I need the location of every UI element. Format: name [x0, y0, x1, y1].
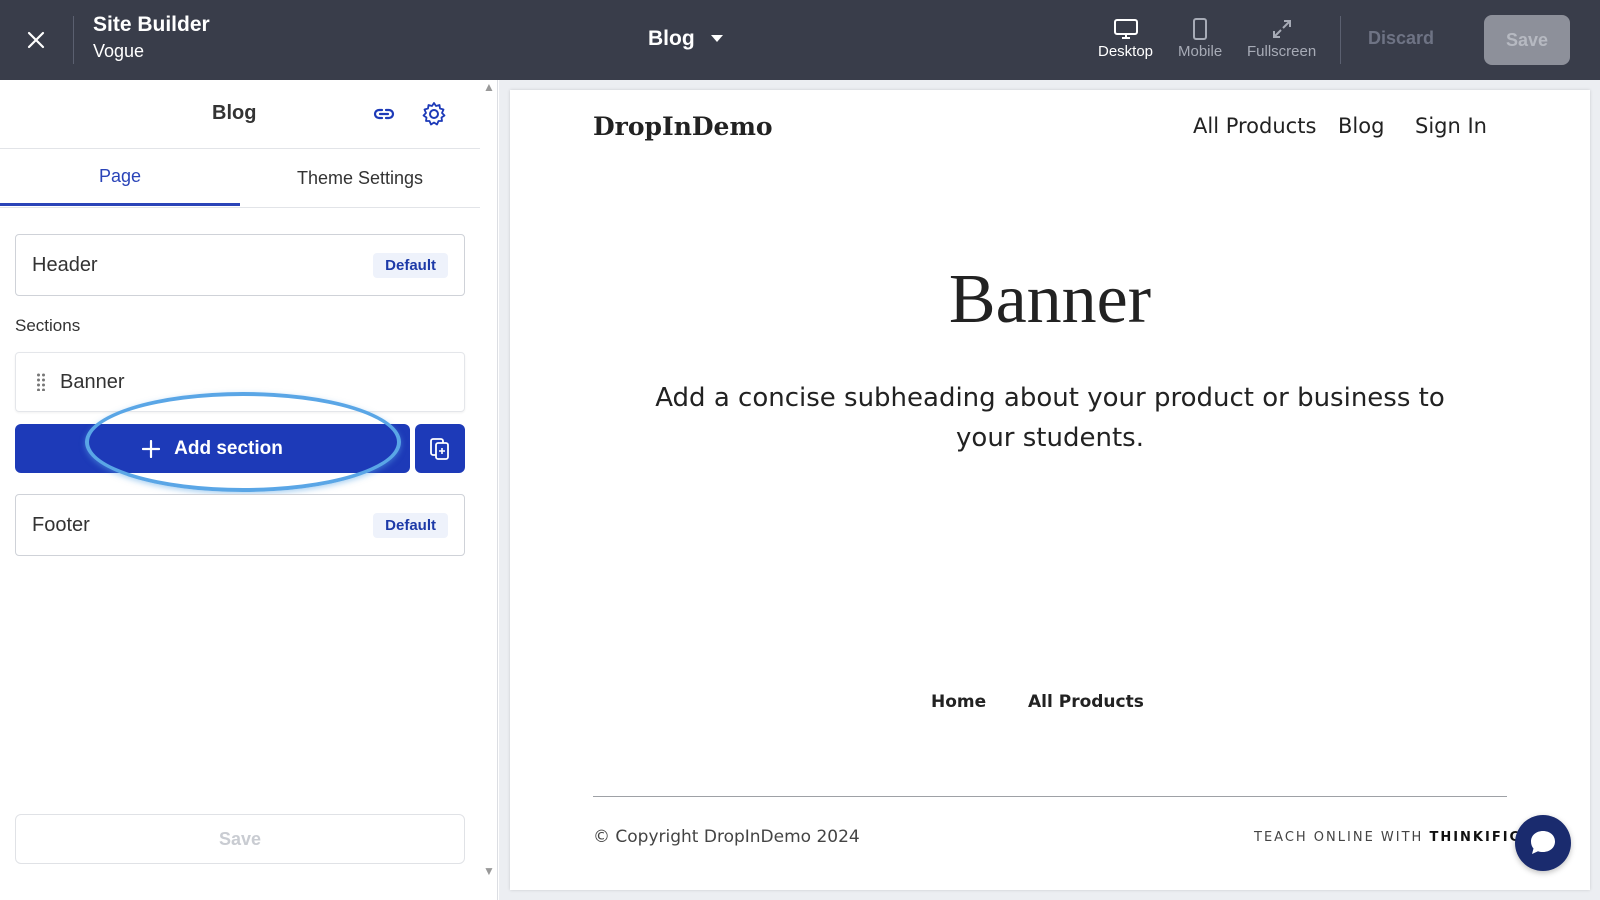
add-saved-section-button[interactable] — [415, 424, 465, 473]
copyright-text: © Copyright DropInDemo 2024 — [593, 827, 860, 847]
header-label: Header — [32, 253, 98, 276]
save-button[interactable]: Save — [1484, 15, 1570, 65]
chat-bubble-icon — [1531, 831, 1555, 854]
status-badge: Default — [373, 252, 448, 278]
section-item-banner[interactable]: Banner — [15, 352, 465, 412]
app-title: Site Builder — [93, 13, 210, 36]
panel-save-button[interactable]: Save — [15, 814, 465, 864]
nav-link-sign-in[interactable]: Sign In — [1415, 114, 1487, 138]
site-logo[interactable]: DropInDemo — [593, 112, 773, 141]
powered-by-link[interactable]: TEACH ONLINE WITH THINKIFIC — [1254, 830, 1521, 845]
footer-section-card[interactable]: Footer Default — [15, 494, 465, 556]
panel-title: Blog — [212, 102, 257, 124]
view-mobile-label: Mobile — [1178, 43, 1223, 60]
nav-link-blog[interactable]: Blog — [1338, 114, 1384, 138]
page-settings-button[interactable] — [420, 100, 448, 133]
desktop-icon — [1113, 19, 1138, 39]
page-selector-label: Blog — [648, 27, 695, 50]
close-button[interactable] — [18, 22, 54, 58]
gear-icon — [422, 102, 446, 126]
close-icon — [27, 31, 45, 49]
view-fullscreen-button[interactable]: Fullscreen — [1247, 18, 1316, 60]
footer-link-all-products[interactable]: All Products — [1028, 692, 1144, 712]
divider — [0, 207, 480, 208]
site-preview: DropInDemo All Products Blog Sign In Ban… — [510, 90, 1590, 890]
discard-button[interactable]: Discard — [1368, 28, 1434, 49]
footer-label: Footer — [32, 513, 90, 536]
chat-button[interactable] — [1515, 815, 1571, 871]
divider — [73, 16, 74, 64]
status-badge: Default — [373, 512, 448, 538]
banner-subheading: Add a concise subheading about your prod… — [655, 383, 1445, 453]
view-mobile-button[interactable]: Mobile — [1178, 18, 1222, 60]
powered-by-prefix: TEACH ONLINE WITH — [1254, 830, 1424, 845]
view-desktop-label: Desktop — [1098, 43, 1154, 60]
scroll-down-arrow[interactable]: ▼ — [483, 864, 495, 878]
divider — [1340, 16, 1341, 64]
tab-page[interactable]: Page — [0, 150, 240, 206]
copy-icon — [430, 437, 449, 460]
link-icon — [373, 108, 395, 120]
top-bar: Site Builder Vogue Blog Desktop Mobile F… — [0, 0, 1600, 80]
expand-icon — [1272, 20, 1291, 38]
header-section-card[interactable]: Header Default — [15, 234, 465, 296]
mobile-icon — [1193, 18, 1208, 40]
scroll-up-arrow[interactable]: ▲ — [483, 80, 495, 94]
add-section-label: Add section — [174, 437, 283, 459]
theme-name: Vogue — [93, 41, 145, 61]
section-label: Banner — [60, 370, 125, 393]
powered-by-brand: THINKIFIC — [1429, 830, 1522, 845]
banner-heading: Banner — [948, 261, 1152, 338]
drag-handle-icon[interactable] — [36, 373, 46, 391]
view-fullscreen-label: Fullscreen — [1247, 43, 1317, 60]
tab-theme-settings[interactable]: Theme Settings — [240, 150, 480, 206]
footer-link-home[interactable]: Home — [931, 692, 986, 712]
plus-icon — [142, 439, 161, 458]
nav-link-all-products[interactable]: All Products — [1193, 114, 1316, 138]
add-section-button[interactable]: Add section — [15, 424, 410, 473]
divider — [0, 148, 480, 149]
page-selector[interactable]: Blog — [648, 27, 723, 51]
link-button[interactable] — [372, 102, 396, 131]
view-desktop-button[interactable]: Desktop — [1098, 18, 1153, 60]
sections-heading: Sections — [15, 316, 81, 335]
caret-down-icon — [710, 35, 723, 42]
editor-panel: ▲ Blog Page Theme Settings Header Defaul… — [0, 80, 498, 900]
footer-divider — [593, 796, 1507, 797]
